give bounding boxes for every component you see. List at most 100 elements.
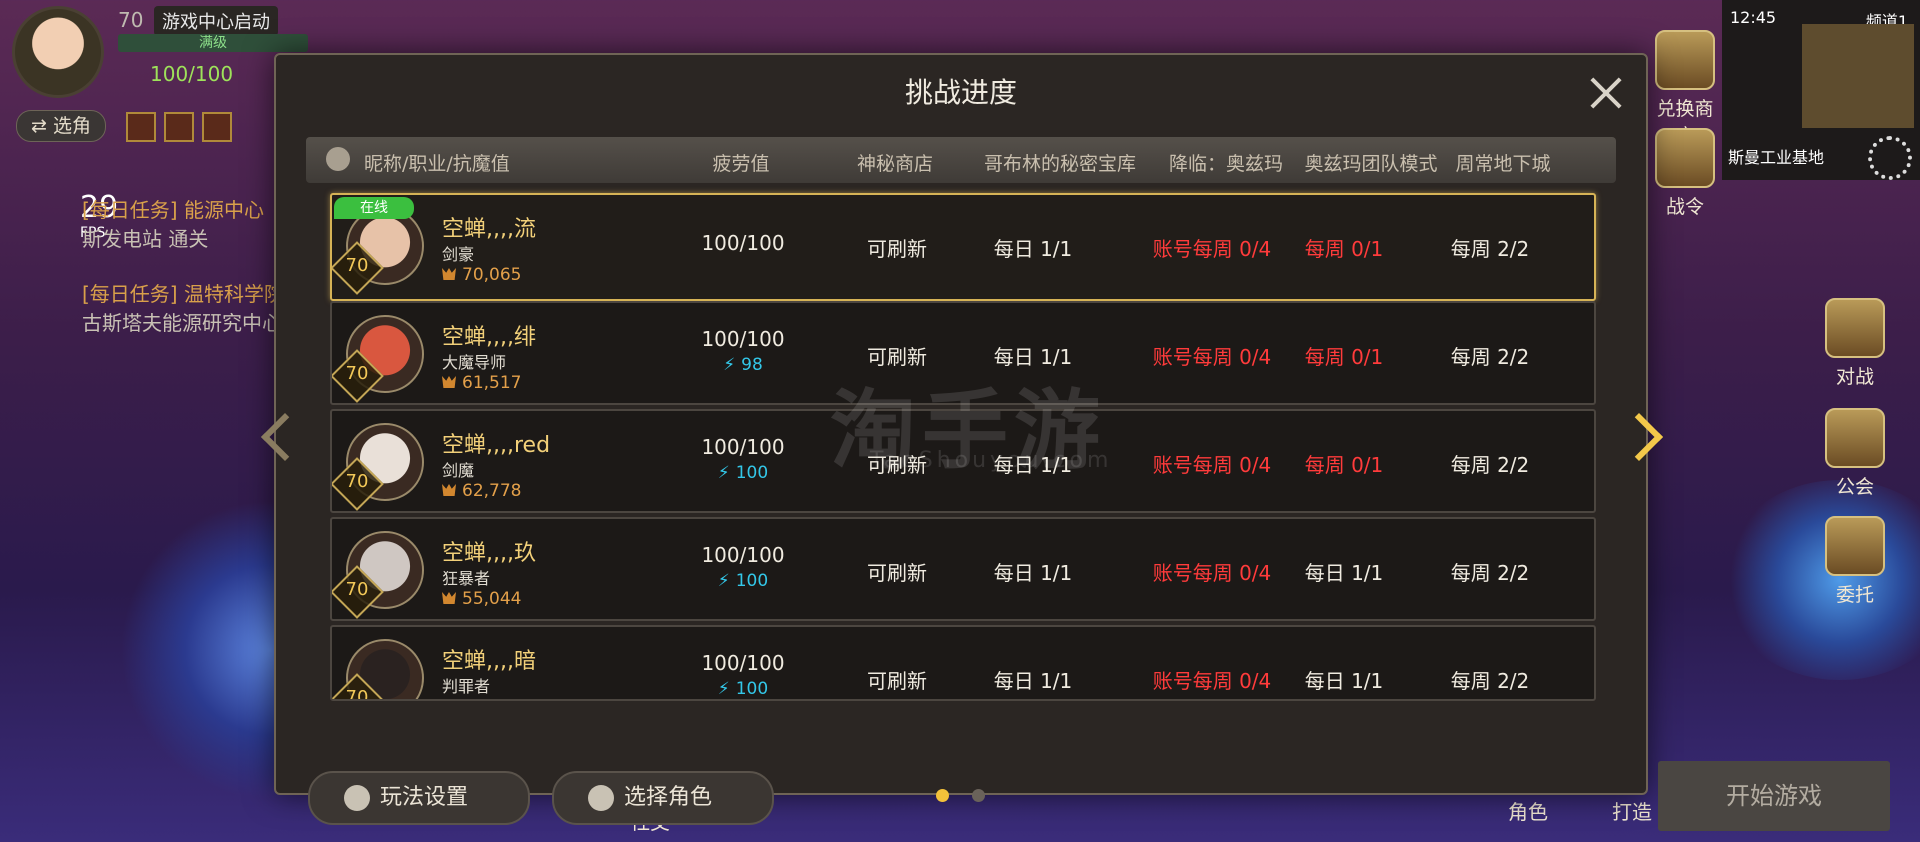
quest-item[interactable]: [每日任务] 能源中心 斯发电站 通关 xyxy=(82,194,264,252)
online-badge: 在线 xyxy=(334,197,414,219)
fatigue-cell: 100/100 xyxy=(701,327,785,351)
col-header: 疲劳值 xyxy=(712,153,770,175)
goblin-vault-cell: 每日 1/1 xyxy=(993,237,1073,261)
character-class: 剑魔 xyxy=(442,461,475,480)
character-level: 70 xyxy=(345,363,369,384)
guild-button[interactable]: 公会 xyxy=(1820,408,1890,499)
quest-sub: 斯发电站 通关 xyxy=(82,227,209,251)
fatigue-readout: 100/100 xyxy=(150,62,234,86)
shop-icon xyxy=(1655,30,1715,90)
button-label: 玩法设置 xyxy=(380,785,469,810)
anti-magic-value: 62,778 xyxy=(442,481,521,501)
weekly-dungeon-cell: 每周 2/2 xyxy=(1450,561,1530,585)
power-value: 62,778 xyxy=(462,481,522,501)
extra-fatigue-value: 100 xyxy=(735,463,769,483)
weekly-dungeon-cell: 每周 2/2 xyxy=(1450,345,1530,369)
col-header: 周常地下城 xyxy=(1455,153,1551,175)
character-level: 70 xyxy=(345,579,369,600)
player-level: 70 xyxy=(118,8,144,32)
start-game-button[interactable]: 开始游戏 xyxy=(1658,761,1890,831)
character-class: 大魔导师 xyxy=(442,353,507,372)
weekly-dungeon-cell: 每周 2/2 xyxy=(1450,453,1530,477)
game-center-launch-badge[interactable]: 游戏中心启动 xyxy=(154,6,278,36)
crown-icon xyxy=(442,592,456,604)
battlepass-button[interactable]: 战令 xyxy=(1650,128,1720,219)
close-icon[interactable] xyxy=(1586,73,1626,113)
character-nickname: 空蝉,,,,玖 xyxy=(442,541,536,566)
power-value: 61,517 xyxy=(462,373,522,393)
side-button-label: 对战 xyxy=(1835,366,1874,388)
table-header: 昵称/职业/抗魔值 疲劳值 神秘商店 哥布林的秘密宝库 降临：奥兹玛 奥兹玛团队… xyxy=(306,137,1616,183)
weekly-dungeon-cell: 每周 2/2 xyxy=(1450,669,1530,693)
crown-icon xyxy=(442,376,456,388)
lightning-icon: ⚡ xyxy=(717,463,730,483)
character-nickname: 空蝉,,,,暗 xyxy=(442,649,536,674)
swords-icon xyxy=(1825,298,1885,358)
side-button-label: 公会 xyxy=(1835,476,1874,498)
character-row[interactable]: 70 在线 空蝉,,,,流 剑豪 70,065 100/100 可刷新 每日 1/1 账号每周 … xyxy=(330,193,1596,301)
col-header: 昵称/职业/抗魔值 xyxy=(364,153,510,175)
character-level: 70 xyxy=(345,255,369,276)
anti-magic-value: 70,065 xyxy=(442,265,521,285)
craft-button[interactable]: 打造 xyxy=(1612,796,1652,825)
mystery-shop-cell: 可刷新 xyxy=(867,669,927,693)
minimap-view[interactable] xyxy=(1802,24,1914,128)
goblin-vault-cell: 每日 1/1 xyxy=(993,669,1073,693)
character-level: 70 xyxy=(345,687,369,701)
pvp-button[interactable]: 对战 xyxy=(1820,298,1890,389)
quest-item[interactable]: [每日任务] 温特科学院 古斯塔夫能源研究中心 xyxy=(82,278,284,336)
extra-fatigue-value: 100 xyxy=(735,571,769,591)
character-nickname: 空蝉,,,,red xyxy=(442,433,551,458)
exp-bar-max: 满级 xyxy=(118,34,308,52)
switch-character-button[interactable]: ⇄ 选角 xyxy=(16,110,106,142)
select-character-button[interactable]: 选择角色 xyxy=(552,771,774,825)
character-icon xyxy=(588,785,614,811)
user-silhouette-icon xyxy=(326,147,350,171)
quest-title: [每日任务] 能源中心 xyxy=(82,198,264,222)
zone-name: 斯曼工业基地 xyxy=(1728,148,1825,167)
character-nickname: 空蝉,,,,绯 xyxy=(442,325,536,350)
character-row[interactable]: 70 空蝉,,,,玖 狂暴者 55,044 100/100 ⚡ 100 可刷新 每日 1/1 账号… xyxy=(330,517,1596,621)
power-value: 70,065 xyxy=(462,265,522,285)
settings-gear-icon[interactable] xyxy=(1868,136,1912,180)
weekly-dungeon-cell: 每周 2/2 xyxy=(1450,237,1530,261)
quest-title: [每日任务] 温特科学院 xyxy=(82,282,284,306)
board-icon xyxy=(1825,516,1885,576)
watermark-sub: TaoShouyou.com xyxy=(870,448,1113,473)
buff-slot-icon[interactable] xyxy=(164,112,194,142)
button-label: 选择角色 xyxy=(624,785,713,810)
buff-slot-icon[interactable] xyxy=(202,112,232,142)
buff-slot-icon[interactable] xyxy=(126,112,156,142)
side-button-label: 委托 xyxy=(1835,584,1874,606)
extra-fatigue: ⚡ 98 xyxy=(668,355,818,375)
character-level: 70 xyxy=(345,471,369,492)
quest-sub: 古斯塔夫能源研究中心 xyxy=(82,311,282,335)
clock: 12:45 xyxy=(1730,8,1777,27)
extra-fatigue: ⚡ 100 xyxy=(668,463,818,483)
gameplay-settings-button[interactable]: 玩法设置 xyxy=(308,771,530,825)
extra-fatigue: ⚡ 100 xyxy=(668,571,818,591)
crown-icon xyxy=(442,484,456,496)
commission-button[interactable]: 委托 xyxy=(1820,516,1890,607)
lightning-icon: ⚡ xyxy=(717,571,730,591)
side-button-label: 战令 xyxy=(1665,196,1704,218)
character-class: 剑豪 xyxy=(442,245,475,264)
mystery-shop-cell: 可刷新 xyxy=(867,237,927,261)
extra-fatigue-value: 98 xyxy=(741,355,763,375)
mystery-shop-cell: 可刷新 xyxy=(867,561,927,585)
fatigue-cell: 100/100 xyxy=(701,543,785,567)
goblin-vault-cell: 每日 1/1 xyxy=(993,561,1073,585)
page-dot-active[interactable] xyxy=(936,789,949,802)
player-avatar[interactable] xyxy=(12,6,104,98)
character-row[interactable]: 70 空蝉,,,,暗 判罪者 100/100 ⚡ 100 可刷新 每日 1/1 账号每周 0/4… xyxy=(330,625,1596,701)
character-button[interactable]: 角色 xyxy=(1508,796,1548,825)
lightning-icon: ⚡ xyxy=(723,355,736,375)
character-class: 判罪者 xyxy=(442,677,491,696)
fatigue-cell: 100/100 xyxy=(701,231,785,255)
gear-icon xyxy=(344,785,370,811)
page-dot[interactable] xyxy=(972,789,985,802)
anti-magic-value: 61,517 xyxy=(442,373,521,393)
anti-magic-value: 55,044 xyxy=(442,589,521,609)
crown-icon xyxy=(442,268,456,280)
dialog-title: 挑战进度 xyxy=(904,76,1017,109)
